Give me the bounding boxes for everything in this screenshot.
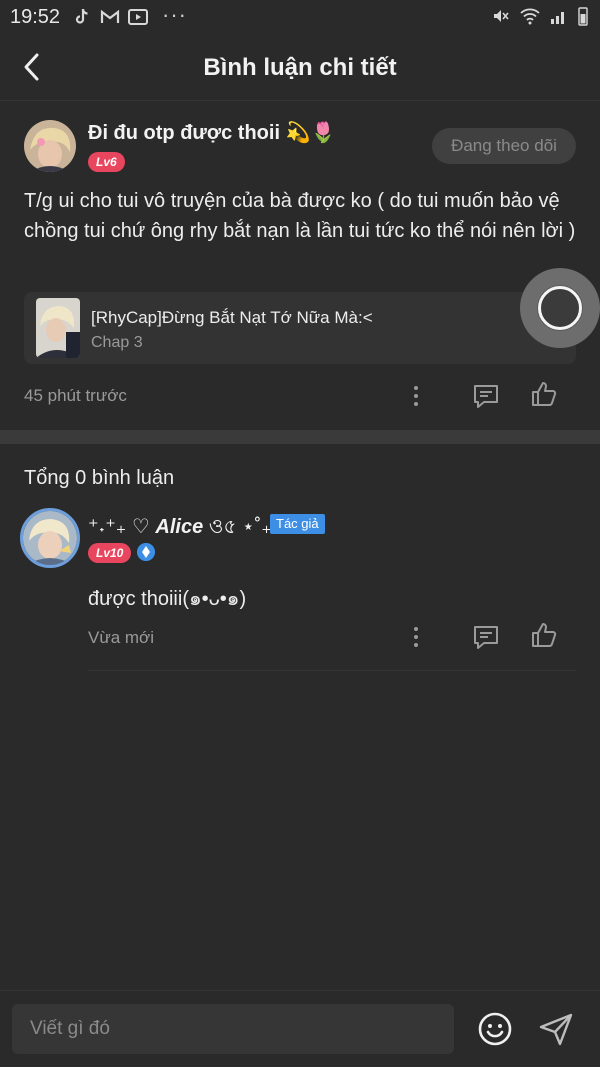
battery-icon xyxy=(578,7,588,26)
mute-icon xyxy=(494,10,509,22)
comment-icon[interactable] xyxy=(470,380,502,412)
tiktok-icon xyxy=(75,8,88,24)
comment-more-options-icon[interactable] xyxy=(400,621,432,653)
status-bar: 19:52 ··· xyxy=(0,0,600,36)
comment-text: được thoiii(๑•ᴗ•๑) xyxy=(88,588,247,610)
page-title: Bình luận chi tiết xyxy=(203,54,397,81)
comment-author-main: Alice xyxy=(155,516,204,538)
status-icons xyxy=(492,6,588,26)
story-card[interactable]: [RhyCap]Đừng Bắt Nạt Tớ Nữa Mà:< Chap 3 xyxy=(24,292,576,364)
comment-input[interactable]: Viết gì đó xyxy=(12,1004,454,1054)
emoji-icon[interactable] xyxy=(477,1011,513,1047)
comment-like-icon[interactable] xyxy=(528,619,560,651)
story-chapter: Chap 3 xyxy=(91,334,143,351)
story-title: [RhyCap]Đừng Bắt Nạt Tớ Nữa Mà:< xyxy=(91,308,373,327)
gmail-icon xyxy=(100,9,120,23)
assistive-touch-button[interactable] xyxy=(520,268,600,348)
status-time: 19:52 xyxy=(10,6,61,28)
post-author-avatar[interactable] xyxy=(24,120,76,172)
signal-icon xyxy=(551,12,564,24)
more-notifications-icon: ··· xyxy=(162,2,187,27)
comment-author-avatar[interactable] xyxy=(20,508,80,568)
comment-input-bar: Viết gì đó xyxy=(0,990,600,1067)
comment-time: Vừa mới xyxy=(88,628,154,647)
comment-author-prefix: ⁺˖⁺₊ ♡ xyxy=(88,516,150,538)
reply-icon[interactable] xyxy=(470,621,502,653)
like-icon[interactable] xyxy=(528,378,560,410)
story-thumbnail xyxy=(36,298,80,358)
post-text: T/g ui cho tui vô truyện của bà được ko … xyxy=(24,190,576,242)
comment-count-label: Tổng 0 bình luận xyxy=(24,467,175,489)
post-author-name[interactable]: Đi đu otp được thoii 💫🌷 xyxy=(88,120,335,145)
comment-level-badge: Lv10 xyxy=(88,543,132,563)
section-divider xyxy=(0,430,600,444)
video-app-icon xyxy=(128,9,148,25)
post-time: 45 phút trước xyxy=(24,386,127,405)
author-tag-badge: Tác giả xyxy=(270,514,325,534)
more-options-icon[interactable] xyxy=(400,380,432,412)
comment-divider xyxy=(88,670,576,671)
header: Bình luận chi tiết xyxy=(0,36,600,100)
verified-shield-icon xyxy=(137,543,155,561)
wifi-icon xyxy=(520,8,540,25)
post-level-badge: Lv6 xyxy=(88,152,125,172)
following-button[interactable]: Đang theo dõi xyxy=(432,128,576,164)
send-icon[interactable] xyxy=(538,1011,574,1047)
header-divider xyxy=(0,100,600,101)
comment-author-name[interactable]: ⁺˖⁺₊ ♡ Alice ও৫ ⋆˚₊°: xyxy=(88,512,285,545)
